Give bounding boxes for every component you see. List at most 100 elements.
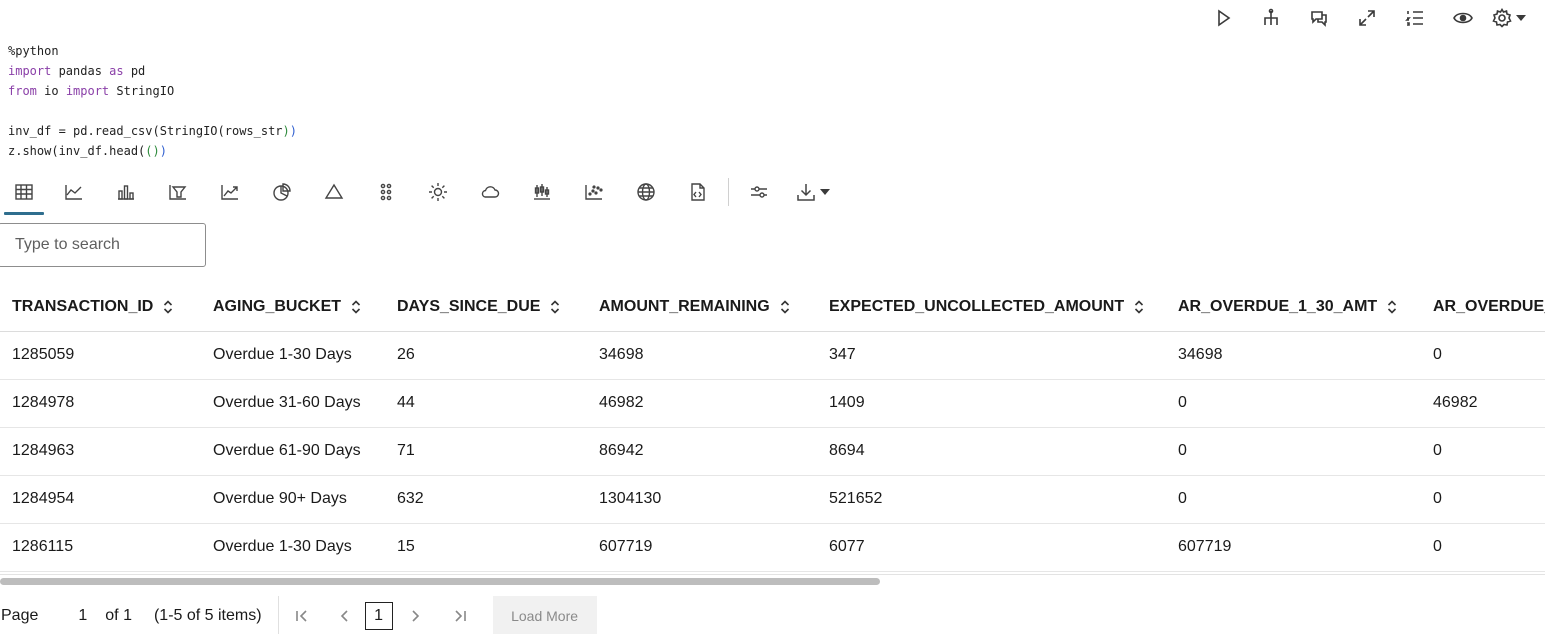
map-chart-button[interactable] [620,172,672,212]
table-cell: 1284963 [0,427,201,476]
eye-icon [1453,12,1473,24]
numbered-list-button[interactable] [1391,4,1439,32]
horizontal-scrollbar[interactable] [0,578,880,585]
column-header[interactable]: AR_OVERDUE_ [1421,283,1545,332]
table-cell: 0 [1421,523,1545,572]
download-icon [797,184,815,201]
items-range-label: (1-5 of 5 items) [153,607,262,624]
table-cell: 71 [385,427,587,476]
column-header[interactable]: DAYS_SINCE_DUE [385,283,587,332]
triangle-chart-icon [324,183,344,199]
table-cell: 0 [1166,379,1421,428]
search-input[interactable] [0,223,206,267]
table-cell: 46982 [587,379,817,428]
column-header[interactable]: AR_OVERDUE_1_30_AMT [1166,283,1421,332]
comments-button[interactable] [1295,4,1343,32]
pie-chart-icon [273,183,291,201]
table-row[interactable]: 1286115 Overdue 1-30 Days 15 607719 6077 6077… [0,523,1545,572]
table-cell: 607719 [587,523,817,572]
table-row[interactable]: 1284978 Overdue 31-60 Days 44 46982 1409 0 469… [0,379,1545,428]
sort-icon[interactable] [351,300,361,314]
first-page-button[interactable] [279,596,325,634]
table-cell: Overdue 90+ Days [201,475,385,524]
pagination-bar: Page 1 of 1 (1-5 of 5 items) 1 Load More [0,596,597,634]
line-chart-button[interactable] [48,172,100,212]
last-page-button[interactable] [437,596,483,634]
dots-chart-button[interactable] [360,172,412,212]
current-page-box[interactable]: 1 [364,602,393,630]
table-cell: 26 [385,331,587,380]
code-line-3: from io import StringIO [8,84,175,98]
table-cell: 0 [1421,427,1545,476]
word-cloud-button[interactable] [464,172,516,212]
expand-button[interactable] [1343,4,1391,32]
table-cell: 0 [1421,475,1545,524]
data-table: TRANSACTION_ID AGING_BUCKET DAYS_SINCE_DUE… [0,283,1545,572]
settings-menu-button[interactable] [1487,4,1531,32]
sort-icon[interactable] [163,300,173,314]
next-page-button[interactable] [393,596,437,634]
column-header-label: EXPECTED_UNCOLLECTED_AMOUNT [829,297,1125,315]
code-line-2: import pandas as pd [8,64,146,78]
download-menu-button[interactable] [785,172,841,212]
hierarchy-icon [1264,8,1278,25]
table-row[interactable]: 1285059 Overdue 1-30 Days 26 34698 347 34698 0 [0,331,1545,380]
table-cell: 0 [1166,475,1421,524]
preview-button[interactable] [1439,4,1487,32]
table-cell: 44 [385,379,587,428]
sort-icon[interactable] [1387,300,1397,314]
table-cell: 34698 [587,331,817,380]
table-cell: 1286115 [0,523,201,572]
sort-icon[interactable] [780,300,790,314]
sort-icon[interactable] [550,300,560,314]
run-button[interactable] [1199,4,1247,32]
column-header-label: DAYS_SINCE_DUE [397,297,541,315]
numbered-list-icon [1405,11,1423,26]
scatter-chart-button[interactable] [568,172,620,212]
settings-sliders-icon [751,186,767,198]
column-header[interactable]: EXPECTED_UNCOLLECTED_AMOUNT [817,283,1166,332]
code-editor[interactable]: %python import pandas as pd from io impo… [8,41,297,161]
table-row[interactable]: 1284963 Overdue 61-90 Days 71 86942 8694 0 0 [0,427,1545,476]
table-row[interactable]: 1284954 Overdue 90+ Days 632 1304130 521652 0… [0,475,1545,524]
hierarchy-button[interactable] [1247,4,1295,32]
table-cell: 8694 [817,427,1166,476]
table-cell: 1285059 [0,331,201,380]
boxplot-chart-button[interactable] [516,172,568,212]
table-cell: 347 [817,331,1166,380]
globe-icon [637,183,655,201]
bar-chart-button[interactable] [100,172,152,212]
custom-code-button[interactable] [672,172,724,212]
previous-page-button[interactable] [325,596,365,634]
last-page-icon [454,610,466,622]
scatter-icon [585,185,603,200]
chart-settings-button[interactable] [733,172,785,212]
sunburst-chart-button[interactable] [412,172,464,212]
table-cell: 0 [1421,331,1545,380]
code-line-5: inv_df = pd.read_csv(StringIO(rows_str)) [8,124,298,138]
table-view-button[interactable] [0,172,48,215]
table-body: 1285059 Overdue 1-30 Days 26 34698 347 34698 0… [0,331,1545,572]
sort-icon[interactable] [1134,300,1144,314]
table-cell: 632 [385,475,587,524]
pyramid-chart-button[interactable] [308,172,360,212]
trend-chart-button[interactable] [204,172,256,212]
column-header-label: AR_OVERDUE_ [1433,297,1545,315]
paragraph-toolbar [1199,4,1531,32]
table-cell: 15 [385,523,587,572]
column-header[interactable]: TRANSACTION_ID [0,283,201,332]
column-header[interactable]: AGING_BUCKET [201,283,385,332]
load-more-button[interactable]: Load More [492,596,597,634]
funnel-chart-button[interactable] [152,172,204,212]
table-cell: 1304130 [587,475,817,524]
pie-chart-button[interactable] [256,172,308,212]
page-number-value: 1 [78,607,88,624]
bar-chart-icon [118,185,134,200]
table-cell: Overdue 31-60 Days [201,379,385,428]
table-cell: 86942 [587,427,817,476]
expand-icon [1359,10,1375,26]
column-header[interactable]: AMOUNT_REMAINING [587,283,817,332]
table-cell: 34698 [1166,331,1421,380]
comments-icon [1311,11,1327,27]
table-cell: 0 [1166,427,1421,476]
